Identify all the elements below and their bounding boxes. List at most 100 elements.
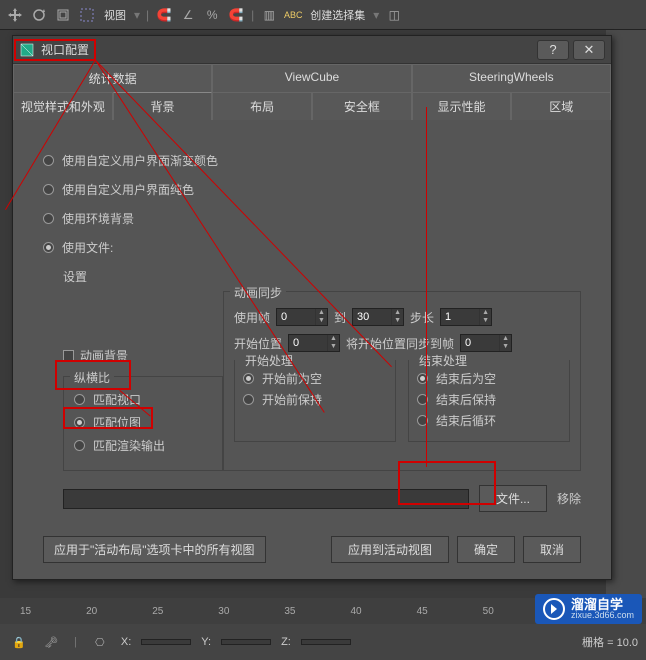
dialog-icon (19, 42, 35, 58)
tab-visual-style[interactable]: 视觉样式和外观 (13, 92, 113, 120)
radio-label: 开始前保持 (262, 391, 322, 408)
radio-icon (43, 242, 54, 253)
to-label: 到 (334, 309, 346, 326)
grid-label: 栅格 = 10.0 (582, 634, 638, 650)
sync-start-label: 将开始位置同步到帧 (346, 335, 454, 352)
radio-start-hold[interactable]: 开始前保持 (243, 391, 387, 408)
radio-icon (43, 213, 54, 224)
checkbox-icon (63, 350, 74, 361)
watermark-logo-icon (543, 598, 565, 620)
status-bar: 🔒 🗝 | ⎔ X: Y: Z: 栅格 = 10.0 (0, 624, 646, 660)
angle-snap-icon[interactable]: ∠ (177, 4, 199, 26)
frame-step-spinner[interactable]: ▲▼ (440, 308, 492, 326)
radio-end-blank[interactable]: 结束后为空 (417, 370, 561, 387)
checkbox-anim-background[interactable]: 动画背景 (63, 347, 223, 364)
x-coord[interactable] (141, 639, 191, 645)
view-dropdown[interactable]: 视图 (100, 7, 130, 23)
start-pos-input[interactable] (289, 336, 327, 350)
radio-label: 开始前为空 (262, 370, 322, 387)
radio-icon (417, 373, 428, 384)
cancel-button[interactable]: 取消 (523, 536, 581, 563)
radio-match-render[interactable]: 匹配渲染输出 (74, 437, 212, 454)
frame-end-input[interactable] (353, 310, 391, 324)
file-button[interactable]: 文件... (479, 485, 547, 512)
viewport-config-dialog: 视口配置 ? ✕ 统计数据 ViewCube SteeringWheels 视觉… (12, 35, 612, 580)
frame-step-input[interactable] (441, 310, 479, 324)
main-toolbar: 视图 ▾ | 🧲 ∠ % 🧲 | ▥ ABC 创建选择集 ▾ ◫ (0, 0, 646, 30)
radio-custom-gradient[interactable]: 使用自定义用户界面渐变颜色 (43, 152, 581, 169)
radio-label: 结束后保持 (436, 391, 496, 408)
tab-layout[interactable]: 布局 (212, 92, 312, 120)
mirror-icon[interactable]: ◫ (383, 4, 405, 26)
move-icon[interactable] (4, 4, 26, 26)
filter-icon[interactable]: ⎔ (89, 631, 111, 653)
tab-steeringwheels[interactable]: SteeringWheels (412, 64, 611, 92)
x-label: X: (121, 636, 131, 648)
frame-end-spinner[interactable]: ▲▼ (352, 308, 404, 326)
remove-button[interactable]: 移除 (557, 490, 581, 507)
tab-display-perf[interactable]: 显示性能 (412, 92, 512, 120)
help-button[interactable]: ? (537, 40, 569, 60)
y-coord[interactable] (221, 639, 271, 645)
start-pos-spinner[interactable]: ▲▼ (288, 334, 340, 352)
spinner-snap-icon[interactable]: 🧲 (225, 4, 247, 26)
percent-snap-icon[interactable]: % (201, 4, 223, 26)
key-icon[interactable]: 🗝 (40, 631, 62, 653)
ok-button[interactable]: 确定 (457, 536, 515, 563)
radio-start-blank[interactable]: 开始前为空 (243, 370, 387, 387)
start-proc-title: 开始处理 (241, 352, 297, 369)
scale-icon[interactable] (52, 4, 74, 26)
select-icon[interactable] (76, 4, 98, 26)
apply-all-button[interactable]: 应用于"活动布局"选项卡中的所有视图 (43, 536, 266, 563)
radio-end-loop[interactable]: 结束后循环 (417, 412, 561, 429)
tab-background[interactable]: 背景 (113, 92, 213, 120)
radio-end-hold[interactable]: 结束后保持 (417, 391, 561, 408)
anim-sync-panel: 动画同步 使用帧 ▲▼ 到 ▲▼ 步长 ▲▼ (223, 291, 581, 471)
watermark: 溜溜自学 zixue.3d66.com (535, 594, 642, 624)
named-sets-icon[interactable]: ▥ (258, 4, 280, 26)
tab-regions[interactable]: 区域 (511, 92, 611, 120)
file-path-input[interactable] (63, 489, 469, 509)
radio-custom-solid[interactable]: 使用自定义用户界面纯色 (43, 181, 581, 198)
settings-label: 设置 (63, 268, 581, 285)
sync-frame-spinner[interactable]: ▲▼ (460, 334, 512, 352)
radio-icon (74, 394, 85, 405)
radio-match-viewport[interactable]: 匹配视口 (74, 391, 212, 408)
radio-env-background[interactable]: 使用环境背景 (43, 210, 581, 227)
rotate-icon[interactable] (28, 4, 50, 26)
tab-stats[interactable]: 统计数据 (13, 64, 212, 92)
close-button[interactable]: ✕ (573, 40, 605, 60)
lock-icon[interactable]: 🔒 (8, 631, 30, 653)
checkbox-label: 动画背景 (80, 347, 128, 364)
radio-label: 结束后为空 (436, 370, 496, 387)
radio-icon (43, 155, 54, 166)
radio-icon (74, 440, 85, 451)
abc-icon[interactable]: ABC (282, 4, 304, 26)
anim-sync-title: 动画同步 (230, 284, 286, 301)
z-label: Z: (281, 636, 291, 648)
create-selection-set[interactable]: 创建选择集 (306, 7, 369, 23)
z-coord[interactable] (301, 639, 351, 645)
end-proc-group: 结束处理 结束后为空 结束后保持 结束后循环 (408, 360, 570, 442)
radio-label: 使用自定义用户界面渐变颜色 (62, 152, 218, 169)
viewport-background (606, 30, 646, 598)
radio-label: 匹配视口 (93, 391, 141, 408)
frame-start-input[interactable] (277, 310, 315, 324)
radio-label: 匹配渲染输出 (93, 437, 165, 454)
dialog-titlebar: 视口配置 ? ✕ (13, 36, 611, 64)
radio-use-file[interactable]: 使用文件: (43, 239, 581, 256)
radio-label: 使用自定义用户界面纯色 (62, 181, 194, 198)
snap-icon[interactable]: 🧲 (153, 4, 175, 26)
sync-frame-input[interactable] (461, 336, 499, 350)
aspect-title: 纵横比 (70, 369, 114, 386)
radio-match-bitmap[interactable]: 匹配位图 (74, 414, 212, 431)
tab-safeframe[interactable]: 安全框 (312, 92, 412, 120)
y-label: Y: (201, 636, 211, 648)
radio-label: 使用文件: (62, 239, 113, 256)
radio-label: 使用环境背景 (62, 210, 134, 227)
frame-start-spinner[interactable]: ▲▼ (276, 308, 328, 326)
start-pos-label: 开始位置 (234, 335, 282, 352)
apply-active-button[interactable]: 应用到活动视图 (331, 536, 449, 563)
radio-icon (417, 415, 428, 426)
tab-viewcube[interactable]: ViewCube (212, 64, 411, 92)
